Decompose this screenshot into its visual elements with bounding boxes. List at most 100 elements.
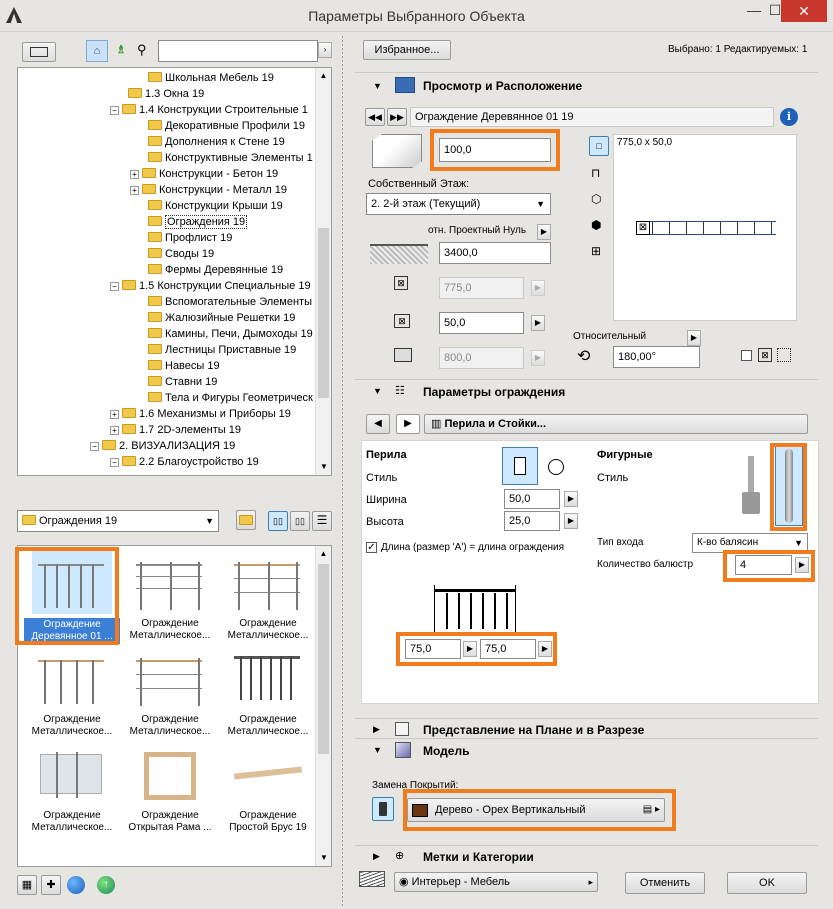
- thumbnail-item[interactable]: Ограждение Металлическое...: [220, 550, 316, 642]
- thumbnail-item[interactable]: Ограждение Металлическое...: [122, 646, 218, 738]
- rect-profile-button[interactable]: [502, 447, 538, 485]
- next-page-button[interactable]: ▶: [396, 414, 420, 434]
- axonometric-view-icon[interactable]: ⬡: [591, 192, 601, 206]
- list-view-button[interactable]: ☰: [312, 511, 332, 531]
- expand-icon[interactable]: +: [130, 170, 139, 179]
- tree-item[interactable]: + Конструкции - Бетон 19: [130, 166, 278, 182]
- expand-icon[interactable]: +: [110, 410, 119, 419]
- length-checkbox[interactable]: ✓: [366, 542, 377, 553]
- tree-item[interactable]: − 1.5 Конструкции Специальные 19: [110, 278, 311, 294]
- tree-item[interactable]: Камины, Печи, Дымоходы 19: [148, 326, 313, 342]
- panel-divider[interactable]: [342, 36, 343, 906]
- tree-item[interactable]: 1.3 Окна 19: [128, 86, 204, 102]
- tree-item[interactable]: +1.6 Механизмы и Приборы 19: [110, 406, 291, 422]
- tree-item[interactable]: Профлист 19: [148, 230, 232, 246]
- object-icon[interactable]: ♗: [114, 43, 128, 59]
- front-view-icon[interactable]: ⊓: [591, 166, 600, 180]
- folder-up-button[interactable]: [236, 510, 256, 530]
- search-arrow-button[interactable]: ›: [318, 42, 332, 58]
- tree-scrollbar[interactable]: ▲ ▼: [315, 68, 331, 475]
- cancel-button[interactable]: Отменить: [625, 872, 705, 894]
- story-select[interactable]: 2. 2-й этаж (Текущий) ▼: [366, 193, 551, 215]
- tree-item[interactable]: Ставни 19: [148, 374, 217, 390]
- library-manager-icon[interactable]: ▦: [17, 875, 37, 895]
- section-plan-header[interactable]: ▶ Представление на Плане и в Разрезе: [355, 718, 818, 738]
- section-preview-header[interactable]: ▼ Просмотр и Расположение: [355, 72, 818, 98]
- tree-item[interactable]: Школьная Мебель 19: [148, 70, 274, 86]
- globe-icon[interactable]: [67, 876, 85, 894]
- override-toggle-button[interactable]: [372, 797, 394, 821]
- search-input[interactable]: [158, 40, 318, 62]
- close-button[interactable]: ✕: [781, 0, 827, 22]
- elevation-input[interactable]: 3400,0: [439, 242, 551, 264]
- tree-item[interactable]: Жалюзийные Решетки 19: [148, 310, 295, 326]
- tree-item[interactable]: +1.7 2D-элементы 19: [110, 422, 241, 438]
- scroll-down-arrow[interactable]: ▼: [316, 459, 331, 475]
- minimize-button[interactable]: —: [740, 0, 768, 22]
- view-mode-button[interactable]: [22, 42, 56, 62]
- scroll-up-arrow[interactable]: ▲: [316, 546, 331, 562]
- next-object-button[interactable]: ▶▶: [387, 108, 407, 126]
- collapse-icon[interactable]: −: [90, 442, 99, 451]
- tree-item[interactable]: Тела и Фигуры Геометрическ: [148, 390, 313, 406]
- tree-item[interactable]: Конструктивные Элементы 1: [148, 150, 313, 166]
- section-railing-header[interactable]: ▼ ☷ Параметры ограждения: [355, 379, 818, 403]
- tree-item[interactable]: − 2.2 Благоустройство 19: [110, 454, 259, 470]
- library-icon[interactable]: ⌂: [86, 40, 108, 62]
- previous-page-button[interactable]: ◀: [366, 414, 390, 434]
- tree-item[interactable]: Навесы 19: [148, 358, 220, 374]
- large-icons-view-button[interactable]: ▯▯: [268, 511, 288, 531]
- round-profile-button[interactable]: [542, 452, 570, 482]
- collapse-icon[interactable]: −: [110, 458, 119, 467]
- section-model-header[interactable]: ▼ Модель: [355, 738, 818, 760]
- tree-item[interactable]: Вспомогательные Элементы: [148, 294, 312, 310]
- baluster-option-icon[interactable]: [740, 456, 762, 524]
- section-tags-header[interactable]: ▶ ⊕ Метки и Категории: [355, 845, 818, 865]
- tree-item[interactable]: Своды 19: [148, 246, 214, 262]
- scroll-thumb[interactable]: [318, 228, 329, 398]
- scroll-down-arrow[interactable]: ▼: [316, 850, 331, 866]
- thumbnail-item[interactable]: Ограждение Простой Брус 19: [220, 742, 316, 834]
- tree-item[interactable]: Декоративные Профили 19: [148, 118, 305, 134]
- handrail-height-button[interactable]: ▶: [564, 513, 578, 529]
- tree-item[interactable]: Дополнения к Стене 19: [148, 134, 285, 150]
- layer-select[interactable]: ◉ Интерьер - Мебель ▸: [394, 872, 598, 892]
- tree-item[interactable]: + Конструкции - Металл 19: [130, 182, 287, 198]
- info-icon[interactable]: i: [780, 108, 798, 126]
- reference-select-button[interactable]: ▶: [537, 224, 551, 240]
- thumb-scrollbar[interactable]: ▲ ▼: [315, 546, 331, 866]
- maximize-button[interactable]: ☐: [768, 0, 782, 22]
- shaded-view-icon[interactable]: ⬢: [591, 218, 601, 232]
- thumbnail-item[interactable]: Ограждение Металлическое...: [122, 550, 218, 642]
- add-object-icon[interactable]: ✚: [41, 875, 61, 895]
- thumbnail-item[interactable]: Ограждение Металлическое...: [24, 646, 120, 738]
- favorites-button[interactable]: Избранное...: [363, 40, 451, 60]
- ok-button[interactable]: OK: [727, 872, 807, 894]
- page-select[interactable]: ▥ Перила и Стойки...: [424, 414, 808, 434]
- b-link-button[interactable]: ▶: [531, 315, 545, 331]
- collapse-icon[interactable]: −: [110, 106, 119, 115]
- scroll-up-arrow[interactable]: ▲: [316, 68, 331, 84]
- angle-input[interactable]: 180,00°: [613, 346, 700, 368]
- search-icon[interactable]: ⚲: [137, 42, 151, 58]
- bimcomponents-icon[interactable]: ↑: [97, 876, 115, 894]
- relative-select-button[interactable]: ▶: [687, 330, 701, 346]
- expand-icon[interactable]: +: [130, 186, 139, 195]
- collapse-icon[interactable]: −: [110, 282, 119, 291]
- plan-view-button[interactable]: □: [589, 136, 609, 156]
- expand-icon[interactable]: +: [110, 426, 119, 435]
- tree-item[interactable]: Конструкции Крыши 19: [148, 198, 283, 214]
- b-dimension-input[interactable]: 50,0: [439, 312, 524, 334]
- thumbnail-item[interactable]: Ограждение Металлическое...: [220, 646, 316, 738]
- thumbnail-item[interactable]: Ограждение Металлическое...: [24, 742, 120, 834]
- section-view-icon[interactable]: ⊞: [591, 244, 601, 258]
- tree-item[interactable]: − 2. ВИЗУАЛИЗАЦИЯ 19: [90, 438, 235, 454]
- handrail-width-button[interactable]: ▶: [564, 491, 578, 507]
- scroll-thumb[interactable]: [318, 564, 329, 754]
- handrail-width-input[interactable]: 50,0: [504, 489, 560, 509]
- mirror-checkbox[interactable]: [741, 350, 752, 361]
- tree-item[interactable]: Фермы Деревянные 19: [148, 262, 283, 278]
- thumbnail-item[interactable]: Ограждение Открытая Рама ...: [122, 742, 218, 834]
- tree-item[interactable]: Лестницы Приставные 19: [148, 342, 296, 358]
- tree-item-selected[interactable]: Ограждения 19: [148, 214, 248, 230]
